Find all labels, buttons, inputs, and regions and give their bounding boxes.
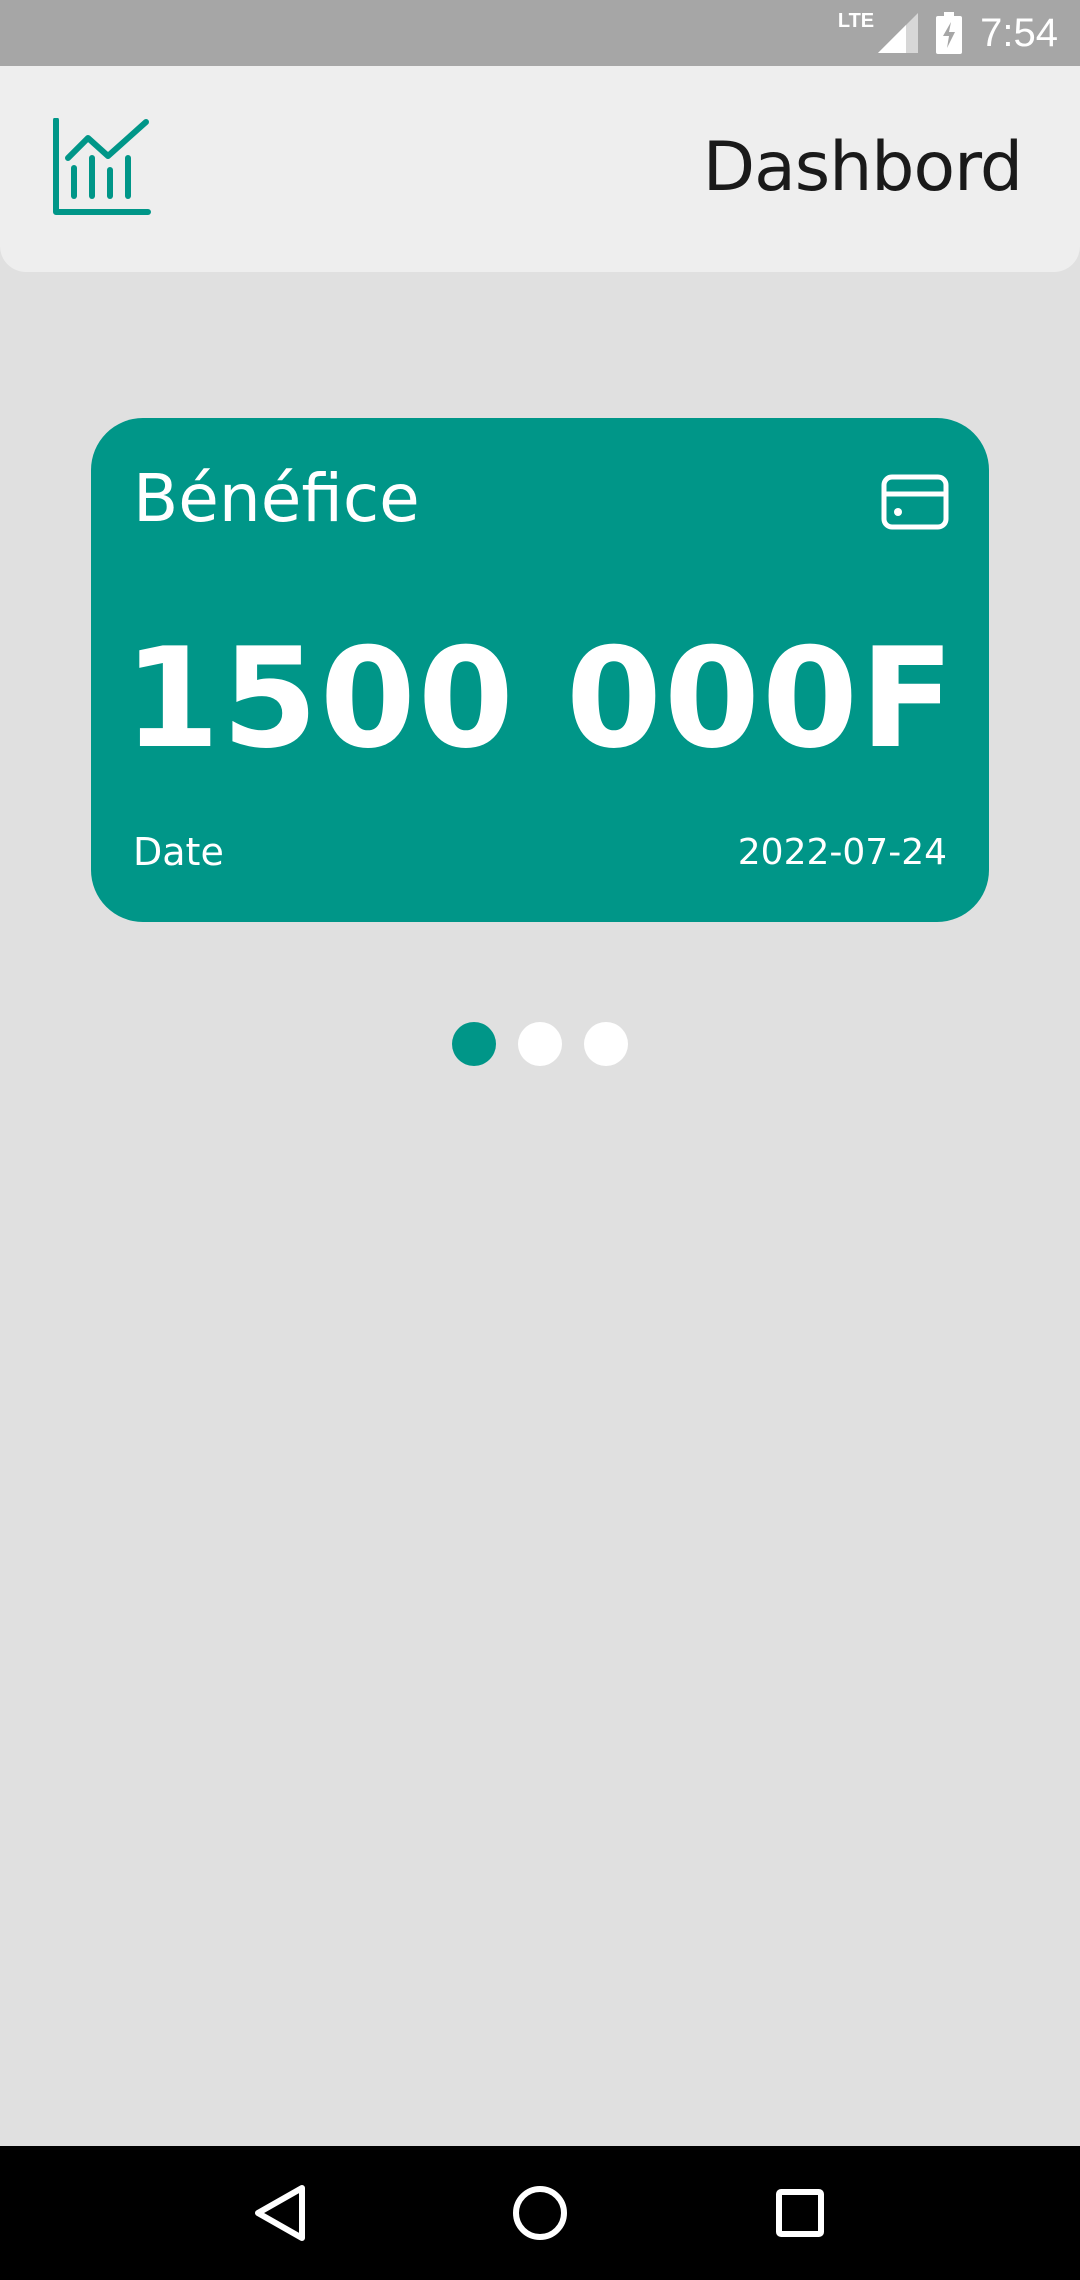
home-button[interactable] <box>508 2181 572 2245</box>
credit-card-icon <box>881 474 949 530</box>
page-indicator <box>0 1022 1080 1066</box>
page-dot-3[interactable] <box>584 1022 628 1066</box>
recents-button[interactable] <box>768 2181 832 2245</box>
page-dot-2[interactable] <box>518 1022 562 1066</box>
network-type: LTE <box>837 10 875 32</box>
recents-icon <box>776 2189 824 2237</box>
page-title: Dashbord <box>702 128 1023 207</box>
card-amount: 1500 000F <box>123 618 957 779</box>
card-title: Bénéfice <box>133 460 420 537</box>
page-dot-1[interactable] <box>452 1022 496 1066</box>
status-bar: LTE 7:54 <box>0 0 1080 66</box>
back-button[interactable] <box>248 2181 312 2245</box>
card-date-label: Date <box>133 830 224 874</box>
battery-charging-icon <box>936 12 963 54</box>
app-header: Dashbord <box>0 66 1080 272</box>
home-icon <box>513 2186 567 2240</box>
back-icon <box>255 2185 305 2241</box>
navigation-bar <box>0 2146 1080 2280</box>
card-date-value: 2022-07-24 <box>737 832 947 873</box>
clock: 7:54 <box>980 10 1058 55</box>
benefit-card[interactable]: Bénéfice 1500 000F Date 2022-07-24 <box>91 418 989 922</box>
signal-icon <box>878 13 919 53</box>
chart-icon[interactable] <box>52 118 152 218</box>
